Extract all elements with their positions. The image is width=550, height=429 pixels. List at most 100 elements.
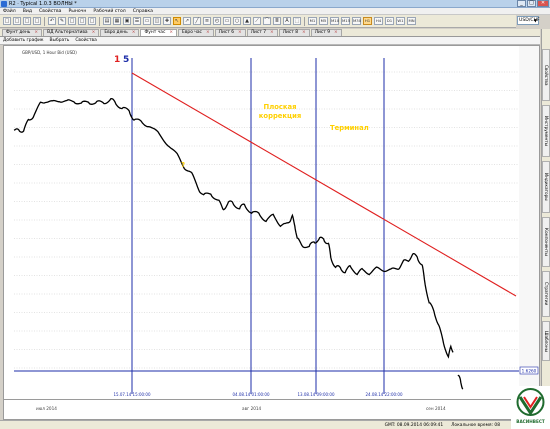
minimize-button[interactable]: _ <box>517 0 526 7</box>
ray-icon[interactable]: ↗ <box>183 17 191 25</box>
gmt-time: GMT: 08.09.2014 06:09:41 <box>384 422 444 428</box>
wave-label-1: 1 <box>114 55 120 65</box>
timeframe-h1[interactable]: H1 <box>363 17 372 25</box>
wave-label-5: 5 <box>123 55 129 65</box>
gann-icon[interactable]: ⟋ <box>253 17 261 25</box>
side-tab-components[interactable]: Компоненты <box>542 217 550 267</box>
side-tab-templates[interactable]: Шаблоны <box>542 321 550 361</box>
select-button[interactable]: Выбрать <box>50 38 70 43</box>
bars-icon[interactable]: ▤ <box>103 17 111 25</box>
close-icon[interactable]: × <box>206 30 210 35</box>
tab-chart[interactable]: Евро час × <box>178 29 214 36</box>
tab-chart[interactable]: Лист 9 × <box>310 29 342 36</box>
price-level-label: 1.6260 <box>522 369 537 374</box>
line-chart-icon[interactable]: ▣ <box>123 17 131 25</box>
undo-icon[interactable]: ↶ <box>48 17 56 25</box>
right-side-panel: Свойства Инструменты Индикаторы Компонен… <box>541 29 550 400</box>
timeframe-m5[interactable]: M5 <box>319 17 328 25</box>
tab-chart[interactable]: Лист 8 × <box>278 29 310 36</box>
copy-icon[interactable]: □ <box>68 17 76 25</box>
toolbar-separator <box>44 16 45 26</box>
paste-icon[interactable]: □ <box>78 17 86 25</box>
price-series-line <box>457 374 464 390</box>
menu-properties[interactable]: Свойства <box>39 9 61 14</box>
side-tab-tools[interactable]: Инструменты <box>542 105 550 157</box>
new-icon[interactable]: □ <box>3 17 11 25</box>
arc-icon[interactable]: ⌒ <box>263 17 271 25</box>
close-icon[interactable]: × <box>169 30 173 35</box>
month-label: июл 2014 <box>36 406 57 411</box>
chart-subtoolbar: Добавить график Выбрать Свойства <box>0 37 540 45</box>
price-chart[interactable]: GBP/USD, 1 Hour Bid (USD) 15.07.14 15:00:… <box>3 45 540 400</box>
close-button[interactable]: ✕ <box>537 0 549 7</box>
price-axis <box>519 46 539 399</box>
flat-correction-label: Плоская <box>264 103 297 111</box>
close-icon[interactable]: × <box>334 30 338 35</box>
split-icon[interactable]: ◫ <box>153 17 161 25</box>
crosshair-icon[interactable]: ✚ <box>163 17 171 25</box>
timeframe-h4[interactable]: H4 <box>374 17 383 25</box>
channel-icon[interactable]: ≡ <box>203 17 211 25</box>
time-marker-label: 24.08.14 22:00:00 <box>365 392 403 397</box>
toolbar-separator <box>99 16 100 26</box>
close-icon[interactable]: × <box>238 30 242 35</box>
tab-chart[interactable]: Лист 6 × <box>214 29 246 36</box>
rectangle-icon[interactable]: ▭ <box>223 17 231 25</box>
close-icon[interactable]: × <box>270 30 274 35</box>
tab-chart[interactable]: ВД Альтернатива × <box>43 29 100 36</box>
tab-chart[interactable]: Лист 7 × <box>246 29 278 36</box>
tab-chart[interactable]: Евро день × <box>100 29 140 36</box>
time-marker-label: 13.08.14 09:00:00 <box>297 392 335 397</box>
timeframe-w1[interactable]: W1 <box>396 17 405 25</box>
menu-workspace[interactable]: Рабочий стол <box>93 9 125 14</box>
side-tab-properties[interactable]: Свойства <box>542 49 550 101</box>
properties-button[interactable]: Свойства <box>75 38 96 43</box>
triangle-icon[interactable]: ▲ <box>243 17 251 25</box>
timeframe-m1[interactable]: M1 <box>308 17 317 25</box>
print-icon[interactable]: □ <box>33 17 41 25</box>
wave-icon[interactable]: Ⅲ <box>273 17 281 25</box>
timeframe-m10[interactable]: M10 <box>330 17 339 25</box>
close-icon[interactable]: × <box>132 30 136 35</box>
add-chart-button[interactable]: Добавить график <box>3 38 44 43</box>
status-bar: GMT: 08.09.2014 06:09:41 Локальное время… <box>0 420 550 429</box>
list-icon[interactable]: ☰ <box>133 17 141 25</box>
timeframe-m15[interactable]: M15 <box>341 17 350 25</box>
tab-label: Евро час <box>182 30 202 35</box>
maximize-button[interactable]: □ <box>527 0 536 7</box>
question-label: ? <box>181 161 185 169</box>
chart-canvas[interactable]: GBP/USD, 1 Hour Bid (USD) 15.07.14 15:00:… <box>4 46 539 399</box>
ellipse-icon[interactable]: ○ <box>233 17 241 25</box>
menu-file[interactable]: Файл <box>3 9 16 14</box>
fibo-icon[interactable]: ◴ <box>213 17 221 25</box>
tab-chart[interactable]: Фунт день × <box>2 29 43 36</box>
trendline-icon[interactable]: ╱ <box>193 17 201 25</box>
menu-view[interactable]: Вид <box>23 9 32 14</box>
layout-icon[interactable]: □ <box>88 17 96 25</box>
open-icon[interactable]: □ <box>13 17 21 25</box>
timeframe-m30[interactable]: M30 <box>352 17 361 25</box>
timeframe-d1[interactable]: D1 <box>385 17 394 25</box>
tab-chart-active[interactable]: Фунт час × <box>140 29 178 36</box>
text-icon[interactable]: A <box>283 17 291 25</box>
cursor-icon[interactable]: ↖ <box>173 17 181 25</box>
window-icon[interactable]: ▭ <box>143 17 151 25</box>
close-icon[interactable]: × <box>302 30 306 35</box>
tab-label: Лист 8 <box>282 30 299 35</box>
close-icon[interactable]: × <box>34 30 38 35</box>
menu-market[interactable]: Рыночн <box>68 9 86 14</box>
edit-icon[interactable]: ✎ <box>58 17 66 25</box>
zoom-box-icon[interactable]: ⬚ <box>293 17 301 25</box>
logo-mark <box>516 388 545 416</box>
side-tab-indicators[interactable]: Индикаторы <box>542 161 550 213</box>
terminal-label: Терминал <box>330 124 369 132</box>
tab-label: Фунт день <box>6 30 31 35</box>
save-icon[interactable]: □ <box>23 17 31 25</box>
timeframe-mn[interactable]: MN <box>407 17 416 25</box>
side-tab-strategies[interactable]: Стратегии <box>542 271 550 317</box>
month-label: авг 2014 <box>242 406 262 411</box>
menu-help[interactable]: Справка <box>133 9 153 14</box>
symbol-select[interactable]: USD/CHF ▼ <box>517 16 540 25</box>
candles-icon[interactable]: ▦ <box>113 17 121 25</box>
close-icon[interactable]: × <box>92 30 96 35</box>
